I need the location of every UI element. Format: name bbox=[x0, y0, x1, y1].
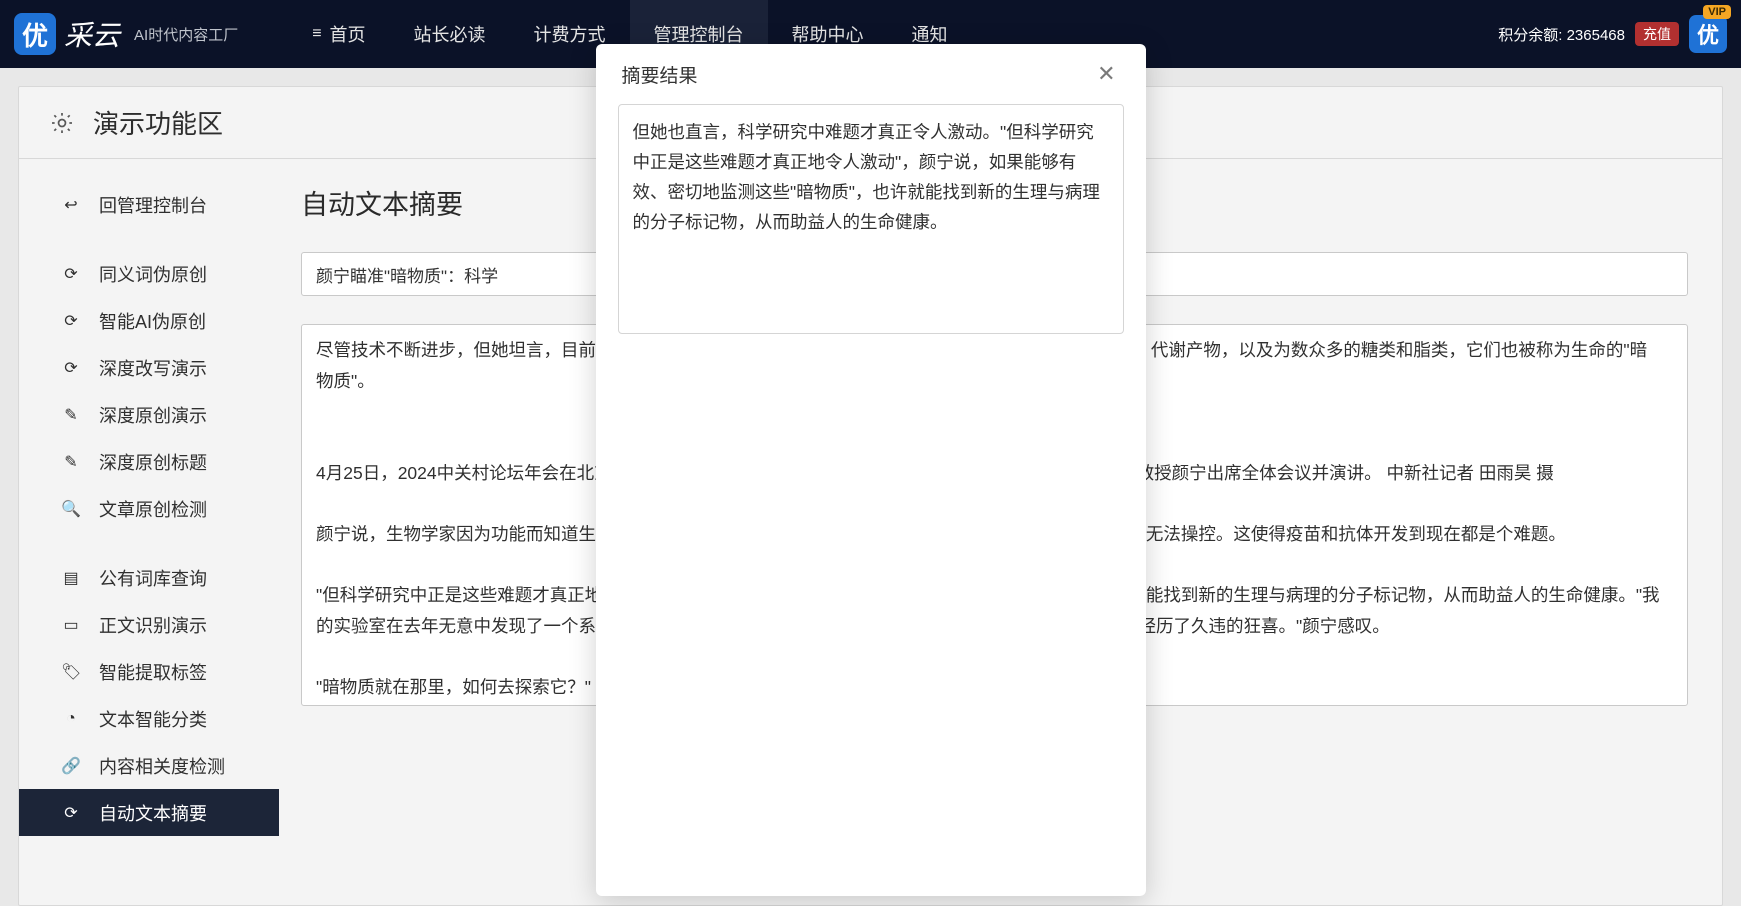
refresh-icon: ⟳ bbox=[61, 803, 81, 823]
sidebar-item-label: 智能AI伪原创 bbox=[99, 308, 206, 334]
back-icon: ↩ bbox=[61, 195, 81, 215]
sidebar-item-label: 深度原创演示 bbox=[99, 402, 207, 428]
sidebar-item-tags[interactable]: 🏷 智能提取标签 bbox=[19, 648, 279, 695]
nav-label: 首页 bbox=[330, 21, 366, 47]
account-logo-char: 优 bbox=[1697, 18, 1719, 50]
book-icon: ▤ bbox=[61, 568, 81, 588]
sidebar-item-orig-demo[interactable]: ✎ 深度原创演示 bbox=[19, 391, 279, 438]
search-icon: 🔍 bbox=[61, 499, 81, 519]
sidebar-item-label: 公有词库查询 bbox=[99, 565, 207, 591]
sidebar-item-label: 自动文本摘要 bbox=[99, 800, 207, 826]
sidebar: ↩ 回管理控制台 ⟳ 同义词伪原创 ⟳ 智能AI伪原创 ⟳ 深度改写演示 ✎ 深度原创演示… bbox=[19, 159, 279, 905]
sidebar-item-back[interactable]: ↩ 回管理控制台 bbox=[19, 181, 279, 228]
modal-header: 摘要结果 ✕ bbox=[596, 44, 1146, 104]
modal-body: 但她也直言，科学研究中难题才真正令人激动。"但科学研究中正是这些难题才真正地令人… bbox=[596, 104, 1146, 334]
header-right: 积分余额: 2365468 充值 优 VIP bbox=[1498, 15, 1727, 53]
sidebar-item-dict[interactable]: ▤ 公有词库查询 bbox=[19, 554, 279, 601]
sidebar-item-classify[interactable]: ◔ 文本智能分类 bbox=[19, 695, 279, 742]
sidebar-item-deep-rewrite[interactable]: ⟳ 深度改写演示 bbox=[19, 344, 279, 391]
points-value: 2365468 bbox=[1567, 27, 1625, 44]
points-label: 积分余额: bbox=[1498, 27, 1562, 44]
sidebar-item-label: 内容相关度检测 bbox=[99, 753, 225, 779]
account-logo[interactable]: 优 VIP bbox=[1689, 15, 1727, 53]
summary-modal: 摘要结果 ✕ 但她也直言，科学研究中难题才真正令人激动。"但科学研究中正是这些难… bbox=[596, 44, 1146, 896]
close-icon[interactable]: ✕ bbox=[1093, 57, 1119, 91]
monitor-icon: ▭ bbox=[61, 615, 81, 635]
edit-icon: ✎ bbox=[61, 452, 81, 472]
menu-icon: ≡ bbox=[312, 25, 321, 43]
sidebar-item-relevance[interactable]: 🔗 内容相关度检测 bbox=[19, 742, 279, 789]
recharge-button[interactable]: 充值 bbox=[1635, 22, 1679, 46]
sidebar-item-label: 正文识别演示 bbox=[99, 612, 207, 638]
pie-icon: ◔ bbox=[61, 710, 81, 728]
sidebar-separator bbox=[19, 532, 279, 554]
refresh-icon: ⟳ bbox=[61, 264, 81, 284]
gear-icon bbox=[49, 110, 75, 136]
tagline: AI时代内容工厂 bbox=[134, 24, 238, 45]
sidebar-item-orig-title[interactable]: ✎ 深度原创标题 bbox=[19, 438, 279, 485]
logo-text: 采云 bbox=[64, 14, 120, 54]
sidebar-item-summary[interactable]: ⟳ 自动文本摘要 bbox=[19, 789, 279, 836]
refresh-icon: ⟳ bbox=[61, 311, 81, 331]
refresh-icon: ⟳ bbox=[61, 358, 81, 378]
sidebar-item-ai-rewrite[interactable]: ⟳ 智能AI伪原创 bbox=[19, 297, 279, 344]
sidebar-item-label: 深度改写演示 bbox=[99, 355, 207, 381]
sidebar-item-label: 智能提取标签 bbox=[99, 659, 207, 685]
panel-title: 演示功能区 bbox=[93, 104, 223, 141]
sidebar-item-label: 文章原创检测 bbox=[99, 496, 207, 522]
link-icon: 🔗 bbox=[61, 756, 81, 776]
sidebar-item-orig-check[interactable]: 🔍 文章原创检测 bbox=[19, 485, 279, 532]
vip-badge: VIP bbox=[1703, 5, 1731, 19]
nav-webmaster[interactable]: 站长必读 bbox=[390, 0, 510, 68]
summary-result: 但她也直言，科学研究中难题才真正令人激动。"但科学研究中正是这些难题才真正地令人… bbox=[618, 104, 1124, 334]
nav-label: 站长必读 bbox=[414, 21, 486, 47]
tag-icon: 🏷 bbox=[61, 662, 81, 682]
sidebar-item-label: 回管理控制台 bbox=[99, 192, 207, 218]
sidebar-item-label: 深度原创标题 bbox=[99, 449, 207, 475]
sidebar-separator bbox=[19, 228, 279, 250]
nav-home[interactable]: ≡ 首页 bbox=[288, 0, 389, 68]
points-balance: 积分余额: 2365468 bbox=[1498, 24, 1625, 45]
modal-title: 摘要结果 bbox=[622, 61, 698, 88]
sidebar-item-label: 同义词伪原创 bbox=[99, 261, 207, 287]
sidebar-item-label: 文本智能分类 bbox=[99, 706, 207, 732]
edit-icon: ✎ bbox=[61, 405, 81, 425]
sidebar-item-synonym[interactable]: ⟳ 同义词伪原创 bbox=[19, 250, 279, 297]
logo[interactable]: 优 采云 AI时代内容工厂 bbox=[14, 13, 238, 55]
logo-badge: 优 bbox=[14, 13, 56, 55]
sidebar-item-body-detect[interactable]: ▭ 正文识别演示 bbox=[19, 601, 279, 648]
